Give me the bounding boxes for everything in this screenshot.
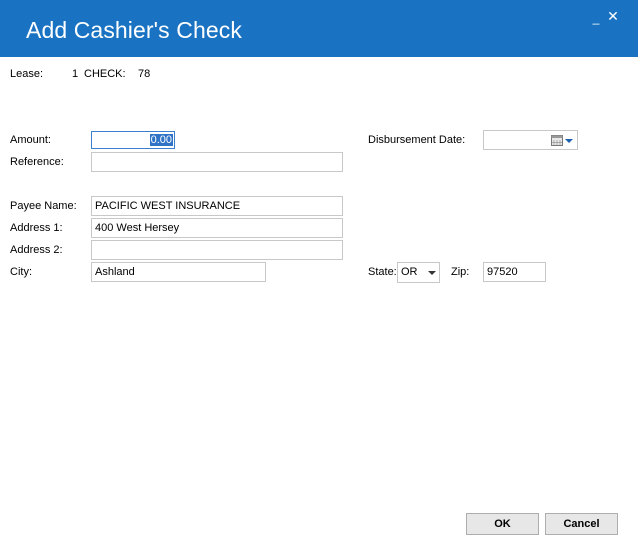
minimize-button[interactable]: _ xyxy=(588,10,604,26)
payee-name-field[interactable]: PACIFIC WEST INSURANCE xyxy=(91,196,343,216)
amount-label: Amount: xyxy=(10,134,51,146)
ok-button[interactable]: OK xyxy=(466,513,539,535)
chevron-down-icon[interactable] xyxy=(565,139,573,143)
city-label: City: xyxy=(10,266,32,278)
chevron-down-icon[interactable] xyxy=(428,271,436,275)
window-title: Add Cashier's Check xyxy=(26,17,242,43)
lease-value: 1 xyxy=(72,68,79,80)
check-label: CHECK: xyxy=(84,68,126,80)
payee-name-label: Payee Name: xyxy=(10,200,77,212)
zip-field[interactable]: 97520 xyxy=(483,262,546,282)
disbursement-date-label: Disbursement Date: xyxy=(368,134,466,146)
address2-field[interactable] xyxy=(91,240,343,260)
reference-label: Reference: xyxy=(10,156,64,168)
state-dropdown[interactable]: OR xyxy=(397,262,440,283)
close-button[interactable]: ✕ xyxy=(605,8,621,24)
disbursement-date-picker[interactable] xyxy=(483,130,578,150)
city-field[interactable]: Ashland xyxy=(91,262,266,282)
state-label: State: xyxy=(368,266,397,278)
amount-field[interactable]: 0.00 xyxy=(91,131,175,149)
cancel-button[interactable]: Cancel xyxy=(545,513,618,535)
title-bar: Add Cashier's Check _ ✕ xyxy=(0,0,638,57)
calendar-icon[interactable] xyxy=(551,135,563,146)
address2-label: Address 2: xyxy=(10,244,63,256)
state-value: OR xyxy=(401,266,418,278)
zip-label: Zip: xyxy=(451,266,470,278)
address1-label: Address 1: xyxy=(10,222,63,234)
lease-label: Lease: xyxy=(10,68,44,80)
address1-field[interactable]: 400 West Hersey xyxy=(91,218,343,238)
check-value: 78 xyxy=(138,68,151,80)
reference-field[interactable] xyxy=(91,152,343,172)
amount-value: 0.00 xyxy=(149,134,173,146)
